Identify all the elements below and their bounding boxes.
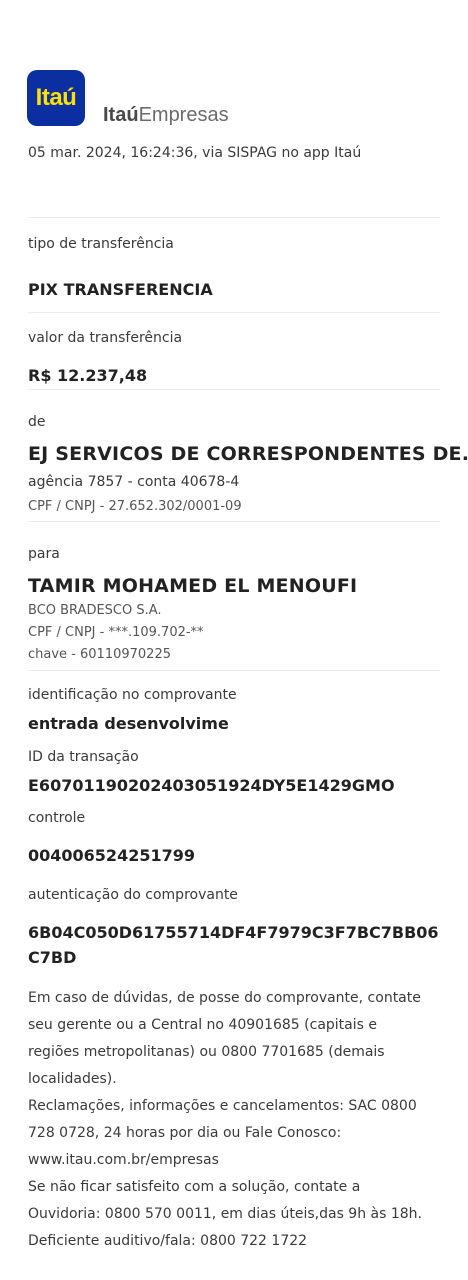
divider: [28, 389, 440, 390]
footer-line: 728 0728, 24 horas por dia ou Fale Conos…: [28, 1125, 342, 1141]
footer-line: Em caso de dúvidas, de posse do comprova…: [28, 990, 421, 1006]
transfer-type-value: PIX TRANSFERENCIA: [28, 280, 213, 299]
recipient-document: CPF / CNPJ - ***.109.702-**: [28, 625, 204, 640]
authentication-value: 6B04C050D61755714DF4F7979C3F7BC7BB06C7BD: [28, 923, 439, 967]
brand-rest: Empresas: [138, 104, 229, 126]
itau-logo: Itaú: [27, 70, 85, 126]
recipient-name: TAMIR MOHAMED EL MENOUFI: [28, 575, 358, 597]
footer-line: Se não ficar satisfeito com a solução, c…: [28, 1179, 361, 1195]
identification-value: entrada desenvolvime: [28, 714, 229, 733]
control-label: controle: [28, 810, 86, 826]
footer-line: www.itau.com.br/empresas: [28, 1152, 219, 1168]
logo-text: Itaú: [35, 84, 77, 111]
footer-line: seu gerente ou a Central no 40901685 (ca…: [28, 1017, 377, 1033]
footer-disclaimer: Em caso de dúvidas, de posse do comprova…: [28, 985, 443, 1255]
footer-line: Reclamações, informações e cancelamentos…: [28, 1098, 417, 1114]
brand-name: ItaúEmpresas: [103, 104, 229, 127]
brand-bold: Itaú: [103, 104, 139, 126]
footer-line: Ouvidoria: 0800 570 0011, em dias úteis,…: [28, 1206, 423, 1222]
amount-label: valor da transferência: [28, 330, 183, 346]
recipient-pix-key: chave - 60110970225: [28, 647, 171, 662]
divider: [28, 521, 440, 522]
authentication-label: autenticação do comprovante: [28, 887, 238, 903]
footer-line: localidades).: [28, 1071, 117, 1087]
transfer-type-label: tipo de transferência: [28, 236, 174, 252]
recipient-label: para: [28, 546, 60, 562]
sender-label: de: [28, 414, 46, 430]
transaction-id-value: E60701190202403051924DY5E1429GMO: [28, 776, 395, 795]
footer-line: Deficiente auditivo/fala: 0800 722 1722: [28, 1233, 308, 1249]
control-value: 004006524251799: [28, 846, 195, 865]
sender-document: CPF / CNPJ - 27.652.302/0001-09: [28, 499, 242, 514]
sender-account: agência 7857 - conta 40678-4: [28, 474, 240, 490]
identification-label: identificação no comprovante: [28, 687, 237, 703]
receipt-timestamp: 05 mar. 2024, 16:24:36, via SISPAG no ap…: [28, 145, 362, 161]
sender-name: EJ SERVICOS DE CORRESPONDENTES DE...: [28, 443, 468, 465]
divider: [28, 670, 440, 671]
divider: [28, 217, 440, 218]
transaction-id-label: ID da transação: [28, 749, 139, 765]
footer-line: regiões metropolitanas) ou 0800 7701685 …: [28, 1044, 385, 1060]
recipient-bank: BCO BRADESCO S.A.: [28, 603, 162, 618]
divider: [28, 312, 440, 313]
amount-value: R$ 12.237,48: [28, 366, 148, 385]
